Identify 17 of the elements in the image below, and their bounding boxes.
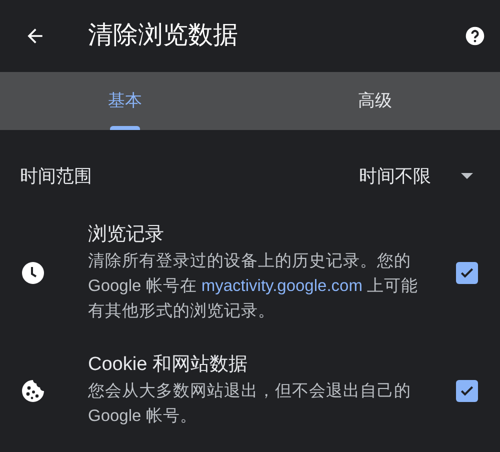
option-title: 浏览记录 [88,223,165,247]
help-icon [464,25,486,47]
tab[interactable]: 基本 [0,72,250,130]
checkbox[interactable] [456,262,478,284]
window-title: 清除浏览数据 [88,20,238,52]
cookie-icon [21,378,45,402]
checkbox[interactable] [456,380,478,402]
activity-link[interactable]: myactivity.google.com [201,277,362,295]
clock-icon [21,261,45,285]
tab[interactable]: 高级 [250,72,500,130]
option-title: Cookie 和网站数据 [88,353,248,377]
caret-icon [461,173,473,179]
option-description: 您会从大多数网站退出，但不会退出自己的 Google 帐号。 [88,381,412,427]
option-description: 清除所有登录过的设备上的历史记录。您的 Google 帐号在 myactivity.google.com 上可能有其他形式的浏览记录。 [88,251,420,322]
time-range-label: 时间范围 [20,164,92,188]
time-range-dropdown[interactable]: 时间不限 [359,162,480,190]
help-button[interactable] [464,25,486,47]
